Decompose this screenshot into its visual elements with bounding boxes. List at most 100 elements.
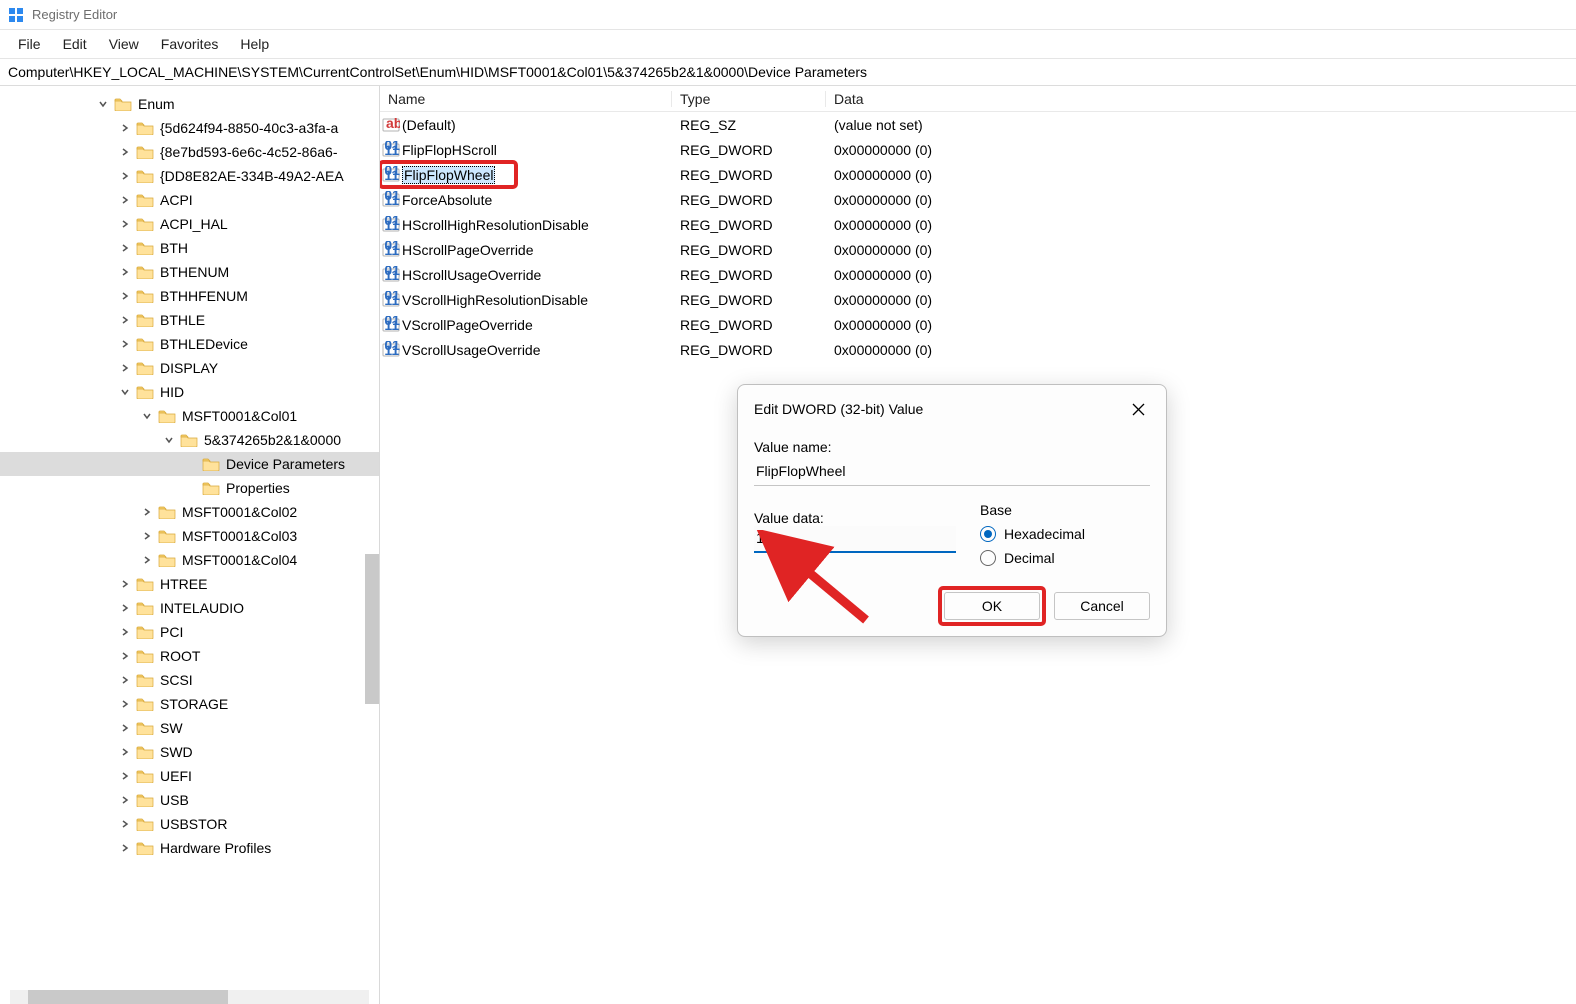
tree-expander-icon[interactable] xyxy=(118,145,132,159)
tree-item[interactable]: USBSTOR xyxy=(0,812,379,836)
value-row[interactable]: 011 110 VScrollUsageOverrideREG_DWORD0x0… xyxy=(380,337,1576,362)
tree-expander-icon[interactable] xyxy=(118,361,132,375)
tree-expander-icon[interactable] xyxy=(118,193,132,207)
menu-file[interactable]: File xyxy=(8,34,51,54)
tree-expander-icon[interactable] xyxy=(118,649,132,663)
tree-item[interactable]: Hardware Profiles xyxy=(0,836,379,860)
tree-item[interactable]: ACPI xyxy=(0,188,379,212)
tree-expander-icon[interactable] xyxy=(140,529,154,543)
tree-item[interactable]: {DD8E82AE-334B-49A2-AEA xyxy=(0,164,379,188)
tree-expander-icon[interactable] xyxy=(118,769,132,783)
tree-item[interactable]: BTHLE xyxy=(0,308,379,332)
value-row[interactable]: 011 110 HScrollUsageOverrideREG_DWORD0x0… xyxy=(380,262,1576,287)
tree-expander-icon[interactable] xyxy=(118,793,132,807)
values-header[interactable]: Name Type Data xyxy=(380,86,1576,112)
tree-item[interactable]: SWD xyxy=(0,740,379,764)
tree-item[interactable]: USB xyxy=(0,788,379,812)
tree-item[interactable]: UEFI xyxy=(0,764,379,788)
tree-expander-icon[interactable] xyxy=(118,841,132,855)
menu-view[interactable]: View xyxy=(99,34,149,54)
tree-expander-icon[interactable] xyxy=(118,697,132,711)
tree-item[interactable]: BTHLEDevice xyxy=(0,332,379,356)
tree-expander-icon[interactable] xyxy=(118,217,132,231)
tree-item[interactable]: PCI xyxy=(0,620,379,644)
tree-expander-icon[interactable] xyxy=(118,673,132,687)
tree-expander-icon[interactable] xyxy=(118,625,132,639)
tree-item[interactable]: HID xyxy=(0,380,379,404)
tree-expander-icon[interactable] xyxy=(118,241,132,255)
value-data-input[interactable] xyxy=(754,526,956,553)
tree-expander-icon[interactable] xyxy=(118,337,132,351)
tree-expander-icon[interactable] xyxy=(118,817,132,831)
tree-item[interactable]: ACPI_HAL xyxy=(0,212,379,236)
tree-item[interactable]: BTHHFENUM xyxy=(0,284,379,308)
tree-expander-icon[interactable] xyxy=(118,601,132,615)
tree-expander-icon[interactable] xyxy=(118,721,132,735)
tree-item-label: ROOT xyxy=(160,648,200,664)
tree-item[interactable]: {8e7bd593-6e6c-4c52-86a6- xyxy=(0,140,379,164)
value-row[interactable]: 011 110 HScrollPageOverrideREG_DWORD0x00… xyxy=(380,237,1576,262)
menu-edit[interactable]: Edit xyxy=(53,34,97,54)
values-list[interactable]: ab (Default)REG_SZ(value not set) 011 11… xyxy=(380,112,1576,362)
tree-item[interactable]: SW xyxy=(0,716,379,740)
value-row[interactable]: 011 110 VScrollPageOverrideREG_DWORD0x00… xyxy=(380,312,1576,337)
tree-item[interactable]: {5d624f94-8850-40c3-a3fa-a xyxy=(0,116,379,140)
value-row[interactable]: ab (Default)REG_SZ(value not set) xyxy=(380,112,1576,137)
tree-item[interactable]: MSFT0001&Col02 xyxy=(0,500,379,524)
tree-item[interactable]: DISPLAY xyxy=(0,356,379,380)
tree-expander-icon[interactable] xyxy=(118,169,132,183)
menu-favorites[interactable]: Favorites xyxy=(151,34,229,54)
tree-item[interactable]: STORAGE xyxy=(0,692,379,716)
tree-expander-icon[interactable] xyxy=(184,481,198,495)
tree-expander-icon[interactable] xyxy=(118,121,132,135)
tree-item[interactable]: Enum xyxy=(0,92,379,116)
ok-button[interactable]: OK xyxy=(944,592,1040,620)
tree-horizontal-scrollbar[interactable] xyxy=(10,990,369,1004)
menu-help[interactable]: Help xyxy=(230,34,279,54)
svg-text:110: 110 xyxy=(384,267,400,283)
value-row[interactable]: 011 110 FlipFlopWheelREG_DWORD0x00000000… xyxy=(380,162,1576,187)
tree-expander-icon[interactable] xyxy=(184,457,198,471)
value-row[interactable]: 011 110 ForceAbsoluteREG_DWORD0x00000000… xyxy=(380,187,1576,212)
col-header-type[interactable]: Type xyxy=(672,91,826,107)
addressbar[interactable]: Computer\HKEY_LOCAL_MACHINE\SYSTEM\Curre… xyxy=(0,58,1576,86)
tree-item[interactable]: SCSI xyxy=(0,668,379,692)
registry-tree[interactable]: Enum {5d624f94-8850-40c3-a3fa-a {8e7bd59… xyxy=(0,86,379,860)
tree-item[interactable]: HTREE xyxy=(0,572,379,596)
tree-expander-icon[interactable] xyxy=(162,433,176,447)
tree-item[interactable]: MSFT0001&Col04 xyxy=(0,548,379,572)
tree-item[interactable]: MSFT0001&Col03 xyxy=(0,524,379,548)
tree-item[interactable]: BTH xyxy=(0,236,379,260)
value-type: REG_DWORD xyxy=(672,342,826,358)
tree-vertical-scrollbar[interactable] xyxy=(365,86,379,1004)
tree-item[interactable]: BTHENUM xyxy=(0,260,379,284)
value-type: REG_DWORD xyxy=(672,267,826,283)
tree-item[interactable]: Device Parameters xyxy=(0,452,379,476)
value-data-label: Value data: xyxy=(754,510,956,526)
tree-expander-icon[interactable] xyxy=(140,553,154,567)
tree-item[interactable]: Properties xyxy=(0,476,379,500)
col-header-name[interactable]: Name xyxy=(380,91,672,107)
tree-expander-icon[interactable] xyxy=(140,505,154,519)
radio-decimal[interactable]: Decimal xyxy=(980,550,1150,566)
tree-expander-icon[interactable] xyxy=(118,313,132,327)
cancel-button[interactable]: Cancel xyxy=(1054,592,1150,620)
col-header-data[interactable]: Data xyxy=(826,91,1576,107)
tree-expander-icon[interactable] xyxy=(118,289,132,303)
tree-item[interactable]: MSFT0001&Col01 xyxy=(0,404,379,428)
value-row[interactable]: 011 110 FlipFlopHScrollREG_DWORD0x000000… xyxy=(380,137,1576,162)
tree-expander-icon[interactable] xyxy=(118,577,132,591)
tree-item[interactable]: ROOT xyxy=(0,644,379,668)
tree-item[interactable]: 5&374265b2&1&0000 xyxy=(0,428,379,452)
tree-expander-icon[interactable] xyxy=(118,265,132,279)
tree-expander-icon[interactable] xyxy=(118,745,132,759)
tree-expander-icon[interactable] xyxy=(118,385,132,399)
value-row[interactable]: 011 110 VScrollHighResolutionDisableREG_… xyxy=(380,287,1576,312)
dialog-close-button[interactable] xyxy=(1126,397,1150,421)
value-data: 0x00000000 (0) xyxy=(826,242,1576,258)
tree-item[interactable]: INTELAUDIO xyxy=(0,596,379,620)
tree-expander-icon[interactable] xyxy=(96,97,110,111)
radio-hexadecimal[interactable]: Hexadecimal xyxy=(980,526,1150,542)
value-row[interactable]: 011 110 HScrollHighResolutionDisableREG_… xyxy=(380,212,1576,237)
tree-expander-icon[interactable] xyxy=(140,409,154,423)
